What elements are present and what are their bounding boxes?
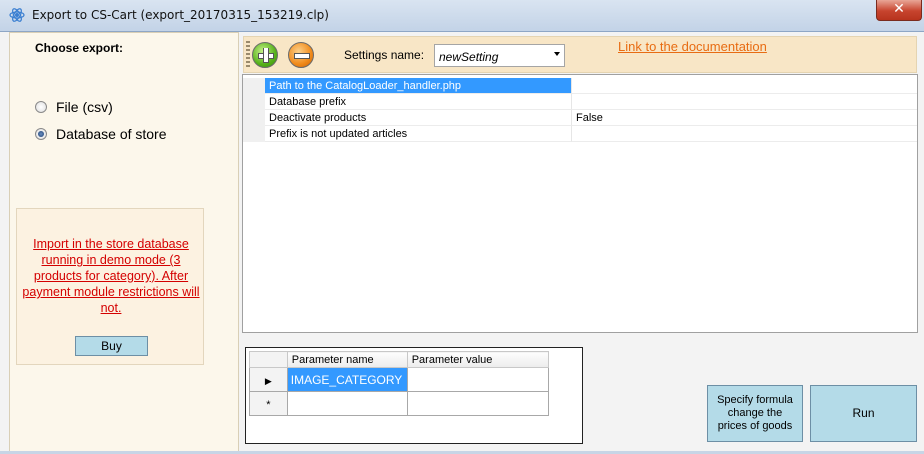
- row-header-corner[interactable]: [249, 351, 288, 368]
- table-row[interactable]: ▶ IMAGE_CATEGORY: [249, 367, 550, 392]
- property-value[interactable]: [572, 94, 917, 110]
- property-name[interactable]: Prefix is not updated articles: [265, 126, 572, 142]
- property-gutter: [243, 94, 265, 110]
- property-gutter: [243, 78, 265, 94]
- property-name[interactable]: Database prefix: [265, 94, 572, 110]
- property-row-deactivate-products[interactable]: Deactivate products False: [243, 110, 917, 126]
- column-header-parameter-value[interactable]: Parameter value: [406, 351, 550, 368]
- settings-name-select[interactable]: newSetting: [434, 44, 565, 67]
- radio-database-of-store-label: Database of store: [56, 126, 167, 142]
- property-row-database-prefix[interactable]: Database prefix: [243, 94, 917, 110]
- radio-file-csv-label: File (csv): [56, 99, 113, 115]
- table-row[interactable]: *: [249, 391, 550, 416]
- settings-name-value: newSetting: [439, 50, 499, 64]
- table-header-row: Parameter name Parameter value: [249, 351, 550, 368]
- specify-formula-button[interactable]: Specify formula change the prices of goo…: [707, 385, 803, 442]
- run-button[interactable]: Run: [810, 385, 917, 442]
- window-title: Export to CS-Cart (export_20170315_15321…: [32, 8, 329, 22]
- settings-property-grid: Path to the CatalogLoader_handler.php Da…: [242, 74, 918, 333]
- radio-file-csv[interactable]: File (csv): [35, 99, 113, 115]
- radio-database-of-store[interactable]: Database of store: [35, 126, 167, 142]
- add-setting-button[interactable]: [252, 42, 278, 68]
- property-gutter: [243, 126, 265, 142]
- documentation-link[interactable]: Link to the documentation: [618, 39, 767, 54]
- property-row-prefix-not-updated[interactable]: Prefix is not updated articles: [243, 126, 917, 142]
- specify-formula-label: Specify formula change the prices of goo…: [717, 394, 793, 432]
- property-gutter: [243, 110, 265, 126]
- toolbar-grip[interactable]: [246, 41, 250, 69]
- settings-name-label: Settings name:: [344, 48, 425, 62]
- app-icon: [9, 8, 25, 22]
- property-name[interactable]: Path to the CatalogLoader_handler.php: [265, 78, 572, 94]
- column-header-parameter-name[interactable]: Parameter name: [286, 351, 408, 368]
- buy-button[interactable]: Buy: [75, 336, 148, 356]
- close-icon: ✕: [893, 1, 905, 17]
- property-name[interactable]: Deactivate products: [265, 110, 572, 126]
- parameter-value-cell[interactable]: [406, 391, 550, 416]
- choose-export-label: Choose export:: [35, 41, 124, 55]
- demo-notice-box: Import in the store database running in …: [16, 208, 204, 365]
- demo-notice-link[interactable]: Import in the store database running in …: [21, 236, 201, 316]
- property-value[interactable]: [572, 126, 917, 142]
- row-header-current[interactable]: ▶: [249, 367, 288, 392]
- parameter-value-cell[interactable]: [406, 367, 550, 392]
- property-value[interactable]: [572, 78, 917, 94]
- parameter-name-cell[interactable]: [286, 391, 408, 416]
- radio-file-csv-indicator[interactable]: [35, 101, 47, 113]
- export-type-panel: Choose export: File (csv) Database of st…: [9, 32, 239, 454]
- parameters-table-frame: Parameter name Parameter value ▶ IMAGE_C…: [245, 347, 583, 444]
- parameter-name-cell[interactable]: IMAGE_CATEGORY: [286, 367, 408, 392]
- row-header-new[interactable]: *: [249, 391, 288, 416]
- property-value[interactable]: False: [572, 110, 917, 126]
- settings-toolbar: Settings name: newSetting Link to the do…: [243, 36, 917, 73]
- current-row-arrow-icon: ▶: [264, 375, 272, 386]
- property-row-handler-path[interactable]: Path to the CatalogLoader_handler.php: [243, 78, 917, 94]
- close-button[interactable]: ✕: [876, 0, 922, 21]
- new-row-asterisk-icon: *: [266, 398, 271, 411]
- parameters-table: Parameter name Parameter value ▶ IMAGE_C…: [249, 351, 550, 416]
- radio-database-of-store-indicator[interactable]: [35, 128, 47, 140]
- remove-setting-button[interactable]: [288, 42, 314, 68]
- dropdown-arrow-icon: [554, 52, 560, 56]
- title-bar: Export to CS-Cart (export_20170315_15321…: [0, 0, 924, 32]
